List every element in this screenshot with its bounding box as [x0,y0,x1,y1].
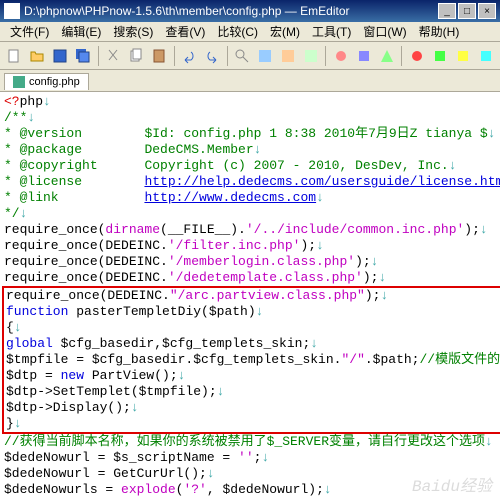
tool-button[interactable] [278,45,299,67]
tool-button[interactable] [330,45,351,67]
find-button[interactable] [232,45,253,67]
saveall-button[interactable] [73,45,94,67]
save-button[interactable] [50,45,71,67]
copy-button[interactable] [126,45,147,67]
toolbar [0,42,500,70]
tool-button[interactable] [353,45,374,67]
open-button[interactable] [27,45,48,67]
file-icon [13,76,25,88]
undo-button[interactable] [179,45,200,67]
minimize-button[interactable]: _ [438,3,456,19]
tool-button[interactable] [406,45,427,67]
tool-button[interactable] [475,45,496,67]
tool-button[interactable] [376,45,397,67]
close-button[interactable]: × [478,3,496,19]
menu-macro[interactable]: 宏(M) [264,21,306,42]
paste-button[interactable] [149,45,170,67]
watermark: Baidu经验 [412,479,492,495]
menu-tools[interactable]: 工具(T) [306,21,357,42]
maximize-button[interactable]: □ [458,3,476,19]
menubar: 文件(F) 编辑(E) 搜索(S) 查看(V) 比较(C) 宏(M) 工具(T)… [0,22,500,42]
menu-file[interactable]: 文件(F) [4,21,55,42]
menu-window[interactable]: 窗口(W) [357,21,412,42]
separator [325,46,326,66]
tool-button[interactable] [429,45,450,67]
tab-label: config.php [29,76,80,88]
tabbar: config.php [0,70,500,92]
titlebar: D:\phpnow\PHPnow-1.5.6\th\member\config.… [0,0,500,22]
menu-compare[interactable]: 比较(C) [211,21,264,42]
new-button[interactable] [4,45,25,67]
tool-button[interactable] [255,45,276,67]
highlighted-code-block: require_once(DEDEINC."/arc.partview.clas… [2,286,500,434]
tab-config[interactable]: config.php [4,73,89,90]
tool-button[interactable] [300,45,321,67]
tool-button[interactable] [452,45,473,67]
app-icon [4,3,20,19]
separator [98,46,99,66]
window-title: D:\phpnow\PHPnow-1.5.6\th\member\config.… [24,4,436,18]
editor[interactable]: <?php↓ /**↓ * @version $Id: config.php 1… [0,92,500,503]
redo-button[interactable] [202,45,223,67]
menu-help[interactable]: 帮助(H) [413,21,466,42]
menu-edit[interactable]: 编辑(E) [55,21,107,42]
menu-view[interactable]: 查看(V) [159,21,211,42]
cut-button[interactable] [103,45,124,67]
menu-search[interactable]: 搜索(S) [107,21,159,42]
separator [401,46,402,66]
separator [174,46,175,66]
separator [227,46,228,66]
